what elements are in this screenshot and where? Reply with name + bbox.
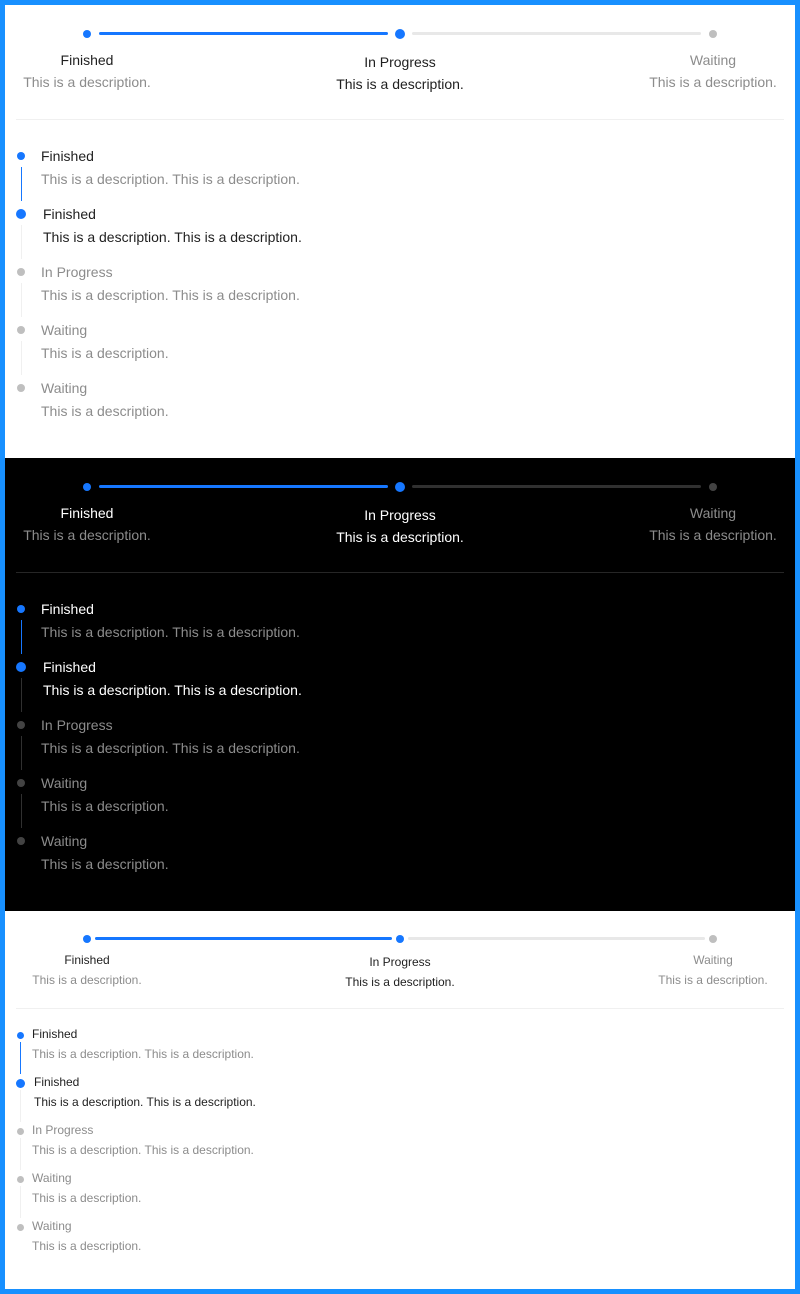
step-dot[interactable] <box>16 1175 24 1183</box>
section-divider <box>16 119 784 120</box>
step-title: Finished <box>32 1027 78 1041</box>
step-tail <box>21 794 22 828</box>
step-description: This is a description. <box>41 403 169 419</box>
step-dot[interactable] <box>17 779 25 787</box>
step-tail <box>21 678 22 712</box>
step-title: Finished <box>41 601 94 617</box>
step-description: This is a description. This is a descrip… <box>32 1047 254 1061</box>
step-description: This is a description. <box>23 74 151 90</box>
step-description: This is a description. This is a descrip… <box>43 682 302 698</box>
step-dot[interactable] <box>395 29 405 39</box>
step-title: In Progress <box>369 955 431 969</box>
horizontal-steps: Finished This is a description. In Progres… <box>5 458 795 573</box>
step-title: Waiting <box>32 1171 72 1185</box>
step-dot[interactable] <box>17 837 25 845</box>
step-dot[interactable] <box>16 1127 24 1135</box>
step-tail <box>21 620 22 654</box>
step-title: Finished <box>43 659 96 675</box>
step-dot[interactable] <box>17 268 25 276</box>
step-connector-waiting <box>412 485 701 488</box>
step-description: This is a description. <box>32 1239 142 1253</box>
step-tail <box>21 736 22 770</box>
step-dot[interactable] <box>15 1078 25 1088</box>
step-description: This is a description. This is a descrip… <box>34 1095 256 1109</box>
step-title: Waiting <box>41 322 88 338</box>
step-title: In Progress <box>41 717 113 733</box>
step-description: This is a description. This is a descrip… <box>43 229 302 245</box>
step-dot[interactable] <box>709 935 717 943</box>
step-description: This is a description. <box>32 1191 142 1205</box>
step-description: This is a description. <box>649 74 777 90</box>
step-connector-finished <box>99 485 388 488</box>
step-description: This is a description. <box>345 975 455 989</box>
step-title: Finished <box>60 505 114 521</box>
step-description: This is a description. This is a descrip… <box>41 740 300 756</box>
step-tail <box>20 1138 21 1170</box>
steps-section-light-small: Finished This is a description. In Progres… <box>5 911 795 1289</box>
step-description: This is a description. This is a descrip… <box>32 1143 254 1157</box>
horizontal-steps: Finished This is a description. In Progres… <box>5 5 795 120</box>
step-tail <box>21 341 22 375</box>
step-dot[interactable] <box>16 209 26 219</box>
step-title: Waiting <box>32 1219 72 1233</box>
step-description: This is a description. This is a descrip… <box>41 624 300 640</box>
step-dot[interactable] <box>83 483 91 491</box>
step-title: Waiting <box>41 380 88 396</box>
step-dot[interactable] <box>396 935 404 943</box>
step-title: Waiting <box>689 505 737 521</box>
step-title: Finished <box>64 953 110 967</box>
step-tail <box>20 1186 21 1218</box>
step-dot[interactable] <box>709 30 717 38</box>
step-dot[interactable] <box>395 482 405 492</box>
step-connector-waiting <box>412 32 701 35</box>
step-description: This is a description. <box>41 345 169 361</box>
step-tail <box>20 1090 21 1122</box>
step-description: This is a description. <box>658 973 768 987</box>
step-tail <box>21 167 22 201</box>
step-title: Waiting <box>41 775 88 791</box>
step-title: Waiting <box>41 833 88 849</box>
steps-section-dark: Finished This is a description. In Progres… <box>5 458 795 911</box>
step-dot[interactable] <box>17 384 25 392</box>
step-title: Finished <box>34 1075 80 1089</box>
step-description: This is a description. <box>23 527 151 543</box>
step-connector-waiting <box>408 937 705 940</box>
step-title: In Progress <box>32 1123 94 1137</box>
step-dot[interactable] <box>16 662 26 672</box>
step-title: Finished <box>43 206 96 222</box>
step-dot[interactable] <box>16 1031 24 1039</box>
step-description: This is a description. <box>41 798 169 814</box>
step-tail <box>21 283 22 317</box>
step-connector-finished <box>95 937 392 940</box>
step-tail <box>21 225 22 259</box>
step-title: Finished <box>60 52 114 68</box>
step-tail <box>20 1042 21 1074</box>
step-description: This is a description. <box>336 76 464 92</box>
step-title: In Progress <box>364 507 436 523</box>
step-dot[interactable] <box>16 1223 24 1231</box>
step-description: This is a description. <box>336 529 464 545</box>
step-dot[interactable] <box>17 152 25 160</box>
step-description: This is a description. This is a descrip… <box>41 287 300 303</box>
step-dot[interactable] <box>83 30 91 38</box>
step-dot[interactable] <box>709 483 717 491</box>
step-title: In Progress <box>364 54 436 70</box>
step-dot[interactable] <box>17 605 25 613</box>
step-title: In Progress <box>41 264 113 280</box>
step-description: This is a description. This is a descrip… <box>41 171 300 187</box>
step-title: Finished <box>41 148 94 164</box>
section-divider <box>16 572 784 573</box>
step-description: This is a description. <box>32 973 142 987</box>
step-title: Waiting <box>689 52 737 68</box>
step-title: Waiting <box>693 953 733 967</box>
step-connector-finished <box>99 32 388 35</box>
step-description: This is a description. <box>649 527 777 543</box>
section-divider <box>16 1008 784 1009</box>
steps-section-light: Finished This is a description. In Progres… <box>5 5 795 458</box>
step-dot[interactable] <box>83 935 91 943</box>
step-dot[interactable] <box>17 721 25 729</box>
step-description: This is a description. <box>41 856 169 872</box>
step-dot[interactable] <box>17 326 25 334</box>
